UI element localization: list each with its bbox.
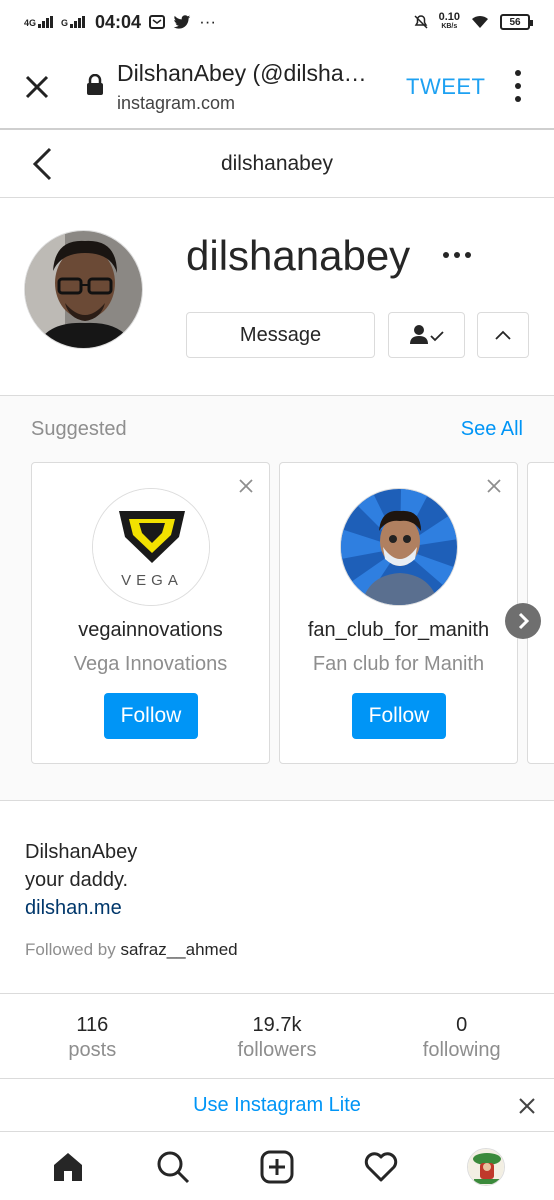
stat-following[interactable]: 0 following xyxy=(369,994,554,1078)
stat-followers[interactable]: 19.7k followers xyxy=(185,994,370,1078)
new-post-icon[interactable] xyxy=(257,1147,297,1187)
suggested-avatar[interactable] xyxy=(340,488,458,606)
lock-icon xyxy=(87,74,103,95)
suggested-card[interactable]: fan_club_for_manith Fan club for Manith … xyxy=(279,462,518,764)
tweet-button[interactable]: TWEET xyxy=(406,74,486,100)
dismiss-icon[interactable] xyxy=(237,477,255,495)
signal-icon: 4G xyxy=(24,16,54,28)
dismiss-icon[interactable] xyxy=(485,477,503,495)
vega-logo-text: VEGA xyxy=(121,572,183,589)
stat-label: posts xyxy=(68,1039,117,1061)
profile-stats: 116 posts 19.7k followers 0 following xyxy=(0,993,554,1079)
speed-unit: KB/s xyxy=(441,23,458,30)
page-title: dilshanabey xyxy=(220,151,334,175)
suggested-username[interactable]: fan_club_for_manith xyxy=(280,619,517,642)
avatar[interactable] xyxy=(24,230,143,349)
more-notifications-icon: ··· xyxy=(199,12,217,31)
suggested-card[interactable]: VEGA vegainnovations Vega Innovations Fo… xyxy=(31,462,270,764)
follow-button[interactable]: Follow xyxy=(104,693,198,739)
follow-button[interactable]: Follow xyxy=(352,693,446,739)
stat-posts: 116 posts xyxy=(0,994,185,1078)
network-type-2: G xyxy=(61,18,69,28)
suggested-fullname: Vega Innovations xyxy=(73,653,228,675)
chevron-right-icon xyxy=(518,612,530,630)
speed-value: 0.10 xyxy=(438,11,460,23)
bio-link[interactable]: dilshan.me xyxy=(25,894,137,922)
wifi-icon xyxy=(472,15,488,28)
signal-icon: G xyxy=(61,16,86,28)
browser-url: instagram.com xyxy=(117,93,236,113)
lite-banner: Use Instagram Lite xyxy=(0,1080,554,1132)
back-arrow-icon[interactable] xyxy=(30,146,56,182)
bottom-nav xyxy=(0,1133,554,1200)
stat-value: 0 xyxy=(456,1014,468,1036)
user-check-icon xyxy=(409,325,444,344)
next-arrow-button[interactable] xyxy=(505,603,541,639)
see-all-link[interactable]: See All xyxy=(461,418,523,441)
overflow-menu-icon[interactable] xyxy=(510,70,526,102)
suggested-fullname: Fan club for Manith xyxy=(312,653,485,675)
message-icon xyxy=(149,15,166,29)
bio-name: DilshanAbey xyxy=(25,841,138,863)
heart-icon[interactable] xyxy=(361,1147,401,1187)
chevron-up-icon xyxy=(495,330,511,340)
status-bar: 4G G 04:04 ··· 0.10 KB/s 56 xyxy=(0,0,554,44)
suggested-section: Suggested See All VEGA vegainnovations V… xyxy=(0,395,554,801)
followed-by[interactable]: Followed by safraz__ahmed xyxy=(25,940,238,960)
stat-label: following xyxy=(422,1039,501,1061)
stat-label: followers xyxy=(237,1039,317,1061)
home-icon[interactable] xyxy=(48,1147,88,1187)
suggested-username[interactable]: vegainnovations xyxy=(32,619,269,642)
bio: DilshanAbey your daddy. dilshan.me xyxy=(25,838,137,922)
stat-value: 116 xyxy=(76,1014,109,1036)
network-speed: 0.10 KB/s xyxy=(438,11,460,31)
profile-header: dilshanabey xyxy=(0,130,554,198)
followed-by-user[interactable]: safraz__ahmed xyxy=(120,940,237,959)
more-options-icon[interactable] xyxy=(443,252,471,258)
following-button[interactable] xyxy=(388,312,465,358)
twitter-icon xyxy=(173,14,191,29)
browser-bar: DilshanAbey (@dilshanabey) instagram.com… xyxy=(0,44,554,130)
suggested-toggle-button[interactable] xyxy=(477,312,529,358)
battery-level: 56 xyxy=(509,16,521,28)
profile-username: dilshanabey xyxy=(186,232,411,279)
stat-value: 19.7k xyxy=(252,1014,302,1036)
mute-icon xyxy=(414,15,428,29)
close-icon[interactable] xyxy=(22,72,52,102)
use-lite-link[interactable]: Use Instagram Lite xyxy=(193,1094,361,1117)
suggested-label: Suggested xyxy=(31,418,127,440)
battery-icon: 56 xyxy=(500,14,533,30)
profile-section: dilshanabey Message xyxy=(0,198,554,394)
vega-logo[interactable]: VEGA xyxy=(92,488,210,606)
browser-page-title: DilshanAbey (@dilshanabey) xyxy=(117,60,379,86)
bio-text: your daddy. xyxy=(25,869,129,891)
followed-by-prefix: Followed by xyxy=(25,940,121,959)
clock: 04:04 xyxy=(95,11,142,32)
profile-avatar-icon[interactable] xyxy=(466,1147,506,1187)
search-icon[interactable] xyxy=(153,1147,193,1187)
close-icon[interactable] xyxy=(518,1097,536,1115)
network-type-1: 4G xyxy=(24,18,37,28)
message-button[interactable]: Message xyxy=(186,312,375,358)
